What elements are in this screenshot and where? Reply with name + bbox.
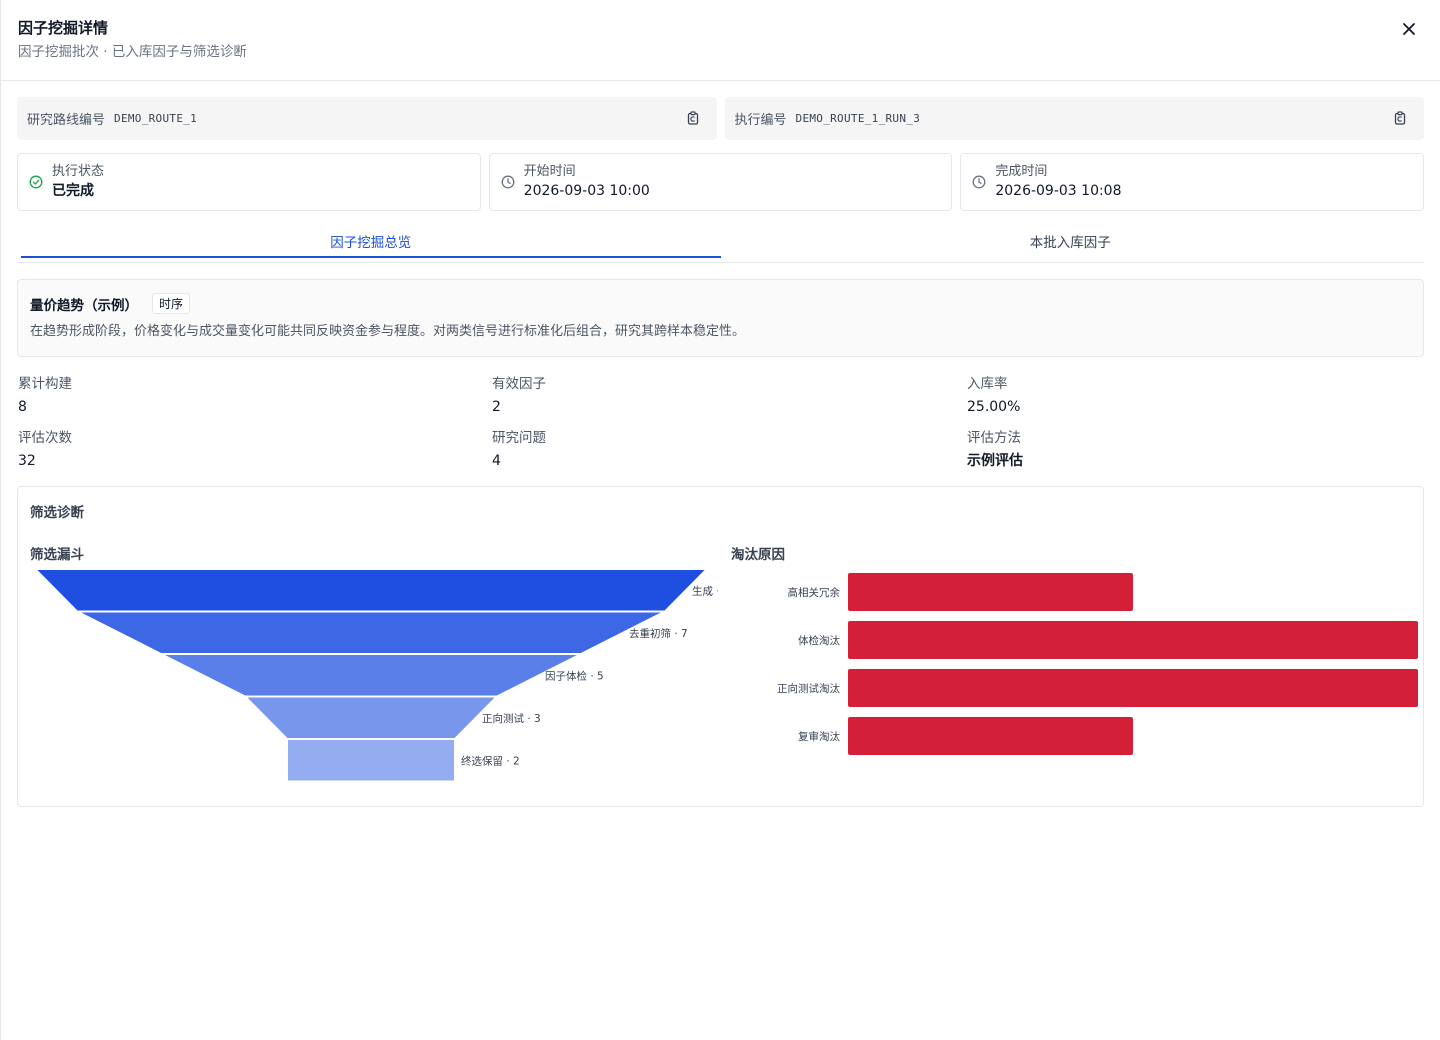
end-time-value: 2026-09-03 10:08	[995, 182, 1122, 199]
metric-label: 入库率	[967, 376, 1008, 392]
funnel-segment	[286, 738, 456, 783]
stat-row: 执行状态 已完成 开始时间 2026-09-03 10:00 完成时间 2026…	[17, 153, 1425, 211]
diagnostics-card: 筛选诊断 筛选漏斗 淘汰原因 生成 · 8 去重初筛 · 7 因子体检 · 5 正向测…	[17, 486, 1424, 807]
route-tag: 时序	[152, 293, 191, 314]
status-card: 执行状态 已完成	[17, 153, 481, 211]
metric-item: 有效因子 2	[492, 375, 967, 417]
funnel-chart: 生成 · 8 去重初筛 · 7 因子体检 · 5 正向测试 · 3 终选保留 · 2	[32, 568, 718, 783]
funnel-segment	[242, 695, 500, 740]
metric-label: 有效因子	[492, 376, 546, 392]
funnel-segment	[160, 653, 582, 698]
metric-label: 累计构建	[18, 376, 72, 392]
funnel-label: 正向测试 · 3	[482, 712, 541, 725]
end-time-card: 完成时间 2026-09-03 10:08	[960, 153, 1425, 211]
metric-value: 32	[18, 453, 36, 469]
metric-value: 8	[18, 399, 27, 415]
route-title: 量价趋势（示例）	[30, 297, 138, 314]
elimination-bar	[848, 669, 1418, 707]
start-time-card: 开始时间 2026-09-03 10:00	[488, 153, 953, 211]
clock-icon	[500, 174, 516, 190]
bar-category-label: 复审淘汰	[798, 730, 840, 743]
reason-title: 淘汰原因	[731, 547, 785, 563]
metric-value: 25.00%	[967, 399, 1021, 415]
metric-label: 研究问题	[492, 430, 546, 446]
metric-item: 评估方法 示例评估	[967, 429, 1424, 471]
diagnostics-title: 筛选诊断	[30, 505, 84, 521]
metric-item: 累计构建 8	[18, 375, 492, 417]
dialog-header: 因子挖掘详情 因子挖掘批次 · 已入库因子与筛选诊断	[1, 0, 1440, 81]
metric-value: 4	[492, 453, 501, 469]
bar-category-label: 高相关冗余	[788, 586, 841, 599]
funnel-label: 因子体检 · 5	[545, 669, 604, 682]
metric-item: 研究问题 4	[492, 429, 967, 471]
end-time-label: 完成时间	[995, 163, 1048, 179]
route-id-box: 研究路线编号 DEMO_ROUTE_1	[17, 97, 717, 140]
tab-stored-factors[interactable]: 本批入库因子	[721, 230, 1421, 262]
metric-value: 示例评估	[967, 453, 1023, 469]
dialog-content: 研究路线编号 DEMO_ROUTE_1 执行编号 DEMO_ROUTE_1_RU…	[1, 81, 1440, 807]
funnel-segment	[32, 568, 710, 613]
metric-item: 评估次数 32	[18, 429, 492, 471]
route-id-label: 研究路线编号	[27, 113, 106, 128]
start-time-label: 开始时间	[523, 163, 576, 179]
funnel-segment	[76, 610, 666, 655]
route-card: 量价趋势（示例） 时序 在趋势形成阶段，价格变化与成交量变化可能共同反映资金参与…	[17, 279, 1424, 357]
run-id-label: 执行编号	[734, 113, 787, 128]
status-label: 执行状态	[52, 163, 105, 179]
dialog-subtitle: 因子挖掘批次 · 已入库因子与筛选诊断	[18, 44, 247, 60]
tab-overview[interactable]: 因子挖掘总览	[21, 230, 721, 262]
route-id-value: DEMO_ROUTE_1	[114, 112, 198, 125]
start-time-value: 2026-09-03 10:00	[523, 182, 650, 199]
check-circle-icon	[28, 174, 44, 190]
status-value: 已完成	[52, 182, 94, 199]
bar-category-label: 正向测试淘汰	[777, 682, 840, 695]
funnel-label: 终选保留 · 2	[461, 754, 520, 767]
run-id-box: 执行编号 DEMO_ROUTE_1_RUN_3	[724, 97, 1424, 140]
close-icon[interactable]	[1398, 18, 1420, 40]
funnel-label: 去重初筛 · 7	[629, 627, 688, 640]
funnel-title: 筛选漏斗	[30, 547, 84, 563]
dialog-title: 因子挖掘详情	[18, 19, 109, 37]
funnel-label: 生成 · 8	[692, 584, 718, 597]
copy-run-id-icon[interactable]	[1392, 110, 1408, 126]
metric-value: 2	[492, 399, 501, 415]
metric-item: 入库率 25.00%	[967, 375, 1424, 417]
metric-label: 评估方法	[967, 430, 1021, 446]
metrics-grid: 累计构建 8 有效因子 2 入库率 25.00% 评估次数 32 研究问题 4 评估方法示…	[17, 375, 1424, 471]
bar-category-label: 体检淘汰	[798, 634, 840, 647]
elimination-bar-chart: 高相关冗余体检淘汰正向测试淘汰复审淘汰	[777, 573, 1418, 755]
tab-bar: 因子挖掘总览 本批入库因子	[17, 230, 1424, 263]
elimination-bar	[848, 717, 1133, 755]
run-id-value: DEMO_ROUTE_1_RUN_3	[795, 112, 921, 125]
route-description: 在趋势形成阶段，价格变化与成交量变化可能共同反映资金参与程度。对两类信号进行标准…	[30, 324, 746, 339]
clock-icon	[971, 174, 987, 190]
elimination-bar	[848, 621, 1418, 659]
elimination-bar	[848, 573, 1133, 611]
id-row: 研究路线编号 DEMO_ROUTE_1 执行编号 DEMO_ROUTE_1_RU…	[17, 97, 1424, 140]
copy-route-id-icon[interactable]	[685, 110, 701, 126]
metric-label: 评估次数	[18, 430, 72, 446]
